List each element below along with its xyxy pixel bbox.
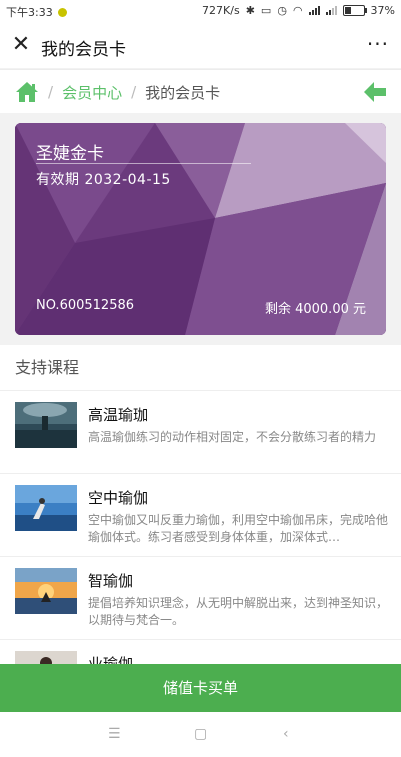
breadcrumb-separator: / [131, 83, 137, 101]
courses-section: 支持课程 高温瑜珈 高温瑜伽练习的动作相对固定，不会分散练习者的精力 空中瑜伽 [0, 345, 401, 664]
back-arrow-icon[interactable] [363, 81, 387, 103]
more-menu-icon[interactable]: ··· [367, 32, 389, 56]
stored-value-pay-button[interactable]: 储值卡买单 [0, 664, 401, 712]
course-item[interactable]: 空中瑜伽 空中瑜伽又叫反重力瑜伽，利用空中瑜伽吊床，完成哈他瑜伽体式。练习者感受… [0, 474, 401, 557]
breadcrumb-current: 我的会员卡 [145, 83, 221, 102]
alarm-icon: ◷ [277, 4, 287, 17]
breadcrumb-separator: / [48, 83, 54, 101]
signal-icon-2 [325, 6, 337, 15]
course-thumbnail [15, 568, 77, 614]
close-icon[interactable]: ✕ [10, 34, 32, 56]
course-name: 业瑜伽 [88, 655, 134, 664]
menu-icon[interactable]: ☰ [108, 726, 121, 742]
breadcrumb: / 会员中心 / 我的会员卡 [0, 69, 401, 114]
card-name: 圣婕金卡 [36, 144, 104, 164]
course-item[interactable]: 智瑜伽 提倡培养知识理念，从无明中解脱出来，达到神圣知识，以期待与梵合一。 [0, 557, 401, 640]
course-item[interactable]: 业瑜伽 [0, 640, 401, 664]
status-time: 下午3:33 [6, 6, 53, 19]
course-item[interactable]: 高温瑜珈 高温瑜伽练习的动作相对固定，不会分散练习者的精力 [0, 391, 401, 474]
network-speed: 727K/s [202, 4, 240, 17]
title-bar: ✕ 我的会员卡 ··· [0, 22, 401, 68]
home-icon[interactable] [15, 81, 39, 103]
course-description: 空中瑜伽又叫反重力瑜伽，利用空中瑜伽吊床，完成哈他瑜伽体式。练习者感受到身体体重… [88, 513, 388, 544]
course-thumbnail [15, 485, 77, 531]
membership-card[interactable]: 圣婕金卡 有效期 2032-04-15 NO.600512586 剩余 4000… [15, 123, 386, 335]
wifi-icon: ◠ [292, 4, 303, 17]
course-thumbnail [15, 402, 77, 448]
status-bar: 下午3:33 727K/s ✱ ▭ ◷ ◠ 37% [0, 0, 401, 22]
battery-icon [342, 5, 367, 16]
card-expiry: 有效期 2032-04-15 [36, 172, 171, 188]
course-thumbnail [15, 651, 77, 664]
course-name: 智瑜伽 [88, 572, 134, 590]
bluetooth-icon: ✱ [245, 4, 255, 17]
course-description: 高温瑜伽练习的动作相对固定，不会分散练习者的精力 [88, 430, 377, 444]
breadcrumb-member-center[interactable]: 会员中心 [62, 82, 122, 103]
page-title: 我的会员卡 [41, 40, 126, 60]
vr-icon: ▭ [260, 4, 272, 17]
notification-icon [57, 7, 67, 17]
navigation-bar: ☰ ▢ ‹ [0, 712, 401, 757]
card-balance: 剩余 4000.00 元 [264, 302, 366, 317]
home-nav-icon[interactable]: ▢ [194, 726, 207, 742]
course-description: 提倡培养知识理念，从无明中解脱出来，达到神圣知识，以期待与梵合一。 [88, 596, 388, 627]
courses-heading: 支持课程 [0, 345, 401, 391]
course-name: 高温瑜珈 [88, 406, 149, 424]
card-number: NO.600512586 [36, 298, 135, 313]
card-divider [36, 163, 251, 164]
card-section: 圣婕金卡 有效期 2032-04-15 NO.600512586 剩余 4000… [0, 113, 401, 345]
signal-icon [308, 6, 320, 15]
back-nav-icon[interactable]: ‹ [283, 726, 289, 742]
course-name: 空中瑜伽 [88, 489, 149, 507]
battery-level: 37% [370, 4, 395, 17]
